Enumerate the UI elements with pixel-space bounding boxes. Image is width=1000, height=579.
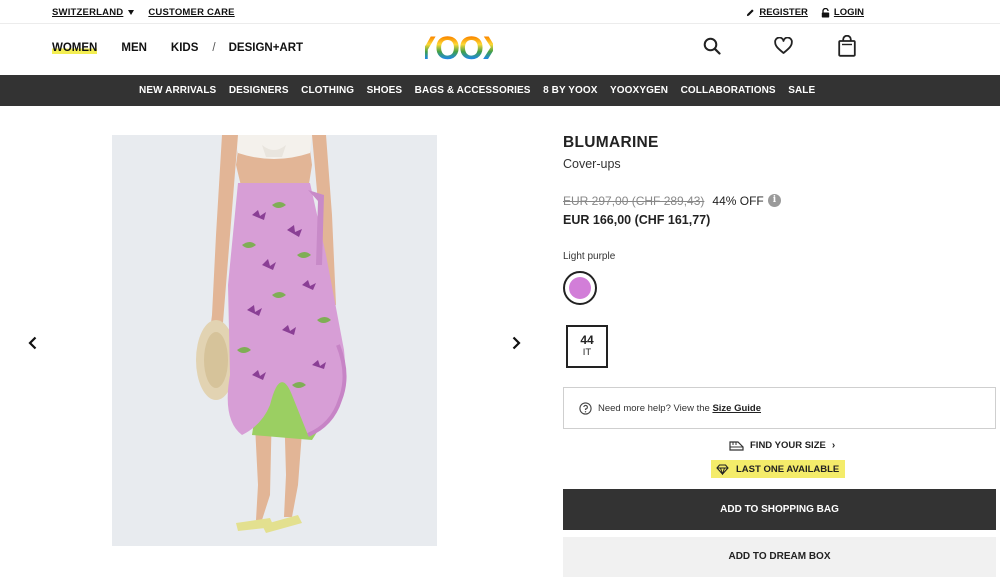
header-icons [700,35,860,61]
category-sale[interactable]: SALE [788,85,815,96]
register-link[interactable]: REGISTER [746,7,808,18]
category-collaborations[interactable]: COLLABORATIONS [681,85,776,96]
next-image-arrow-icon[interactable] [507,334,525,352]
login-label: LOGIN [833,7,864,18]
category-new-arrivals[interactable]: NEW ARRIVALS [139,85,216,96]
info-icon[interactable]: i [768,194,781,207]
color-swatch-light-purple[interactable] [563,271,597,305]
shoe-size-icon [729,441,744,451]
add-to-dream-box-button[interactable]: ADD TO DREAM BOX [563,537,996,577]
sale-price: EUR 166,00 (CHF 161,77) [563,213,711,227]
original-price: EUR 297,00 (CHF 289,43) [563,194,705,208]
search-icon[interactable] [703,37,721,55]
register-label: REGISTER [759,7,808,18]
chevron-right-icon: › [831,439,836,451]
utility-left: SWITZERLAND CUSTOMER CARE [52,7,235,18]
size-option-44[interactable]: 44 IT [566,325,608,368]
category-bags-accessories[interactable]: BAGS & ACCESSORIES [415,85,531,96]
login-link[interactable]: LOGIN [821,7,864,18]
stock-badge: LAST ONE AVAILABLE [711,460,846,478]
category-shoes[interactable]: SHOES [367,85,403,96]
yoox-logo[interactable]: YOOX [425,30,493,64]
size-guide-link[interactable]: Size Guide [712,403,761,414]
nav-women[interactable]: WOMEN [52,42,98,54]
utility-bar: SWITZERLAND CUSTOMER CARE REGISTER LOGIN [0,0,1000,24]
previous-image-arrow-icon[interactable] [24,334,42,352]
brand-name[interactable]: BLUMARINE [563,134,659,152]
category-clothing[interactable]: CLOTHING [301,85,354,96]
product-image[interactable] [112,135,437,546]
size-system: IT [582,347,592,358]
color-name: Light purple [563,251,616,262]
primary-nav: WOMEN MEN KIDS / DESIGN+ART [52,42,327,54]
diamond-icon [716,463,729,475]
main-header: WOMEN MEN KIDS / DESIGN+ART YOOX [0,24,1000,75]
help-text-label: Need more help? View the [598,403,710,414]
category-yooxygen[interactable]: YOOXYGEN [610,85,668,96]
nav-men[interactable]: MEN [121,42,147,54]
lock-icon [821,7,830,17]
size-value: 44 [580,333,594,347]
category-list: NEW ARRIVALS DESIGNERS CLOTHING SHOES BA… [139,85,828,96]
nav-separator: / [212,42,216,54]
stock-badge-label: LAST ONE AVAILABLE [736,463,840,475]
shopping-bag-icon[interactable] [838,35,856,57]
pencil-icon [747,9,754,17]
caret-down-icon[interactable] [128,10,135,15]
category-8-by-yoox[interactable]: 8 BY YOOX [543,85,597,96]
size-help-text: Need more help? View the Size Guide [598,403,761,414]
original-price-row: EUR 297,00 (CHF 289,43) 44% OFF [563,194,764,208]
add-to-shopping-bag-button[interactable]: ADD TO SHOPPING BAG [563,489,996,530]
swatch-color-dot [569,277,591,299]
question-circle-icon [579,402,592,415]
find-your-size-link[interactable]: FIND YOUR SIZE › [729,439,835,451]
category-designers[interactable]: DESIGNERS [229,85,289,96]
find-your-size-label: FIND YOUR SIZE [750,439,826,451]
account-links: REGISTER LOGIN [733,7,864,18]
product-category: Cover-ups [563,157,621,171]
customer-care-link[interactable]: CUSTOMER CARE [148,7,234,18]
logo-text: YOOX [425,30,493,64]
country-selector[interactable]: SWITZERLAND [52,7,123,18]
category-nav: NEW ARRIVALS DESIGNERS CLOTHING SHOES BA… [0,75,1000,106]
size-help-box: Need more help? View the Size Guide [563,387,996,429]
discount-label: 44% OFF [712,194,764,208]
nav-kids[interactable]: KIDS [171,42,198,54]
heart-icon[interactable] [774,37,793,55]
nav-design-art[interactable]: DESIGN+ART [229,42,303,54]
